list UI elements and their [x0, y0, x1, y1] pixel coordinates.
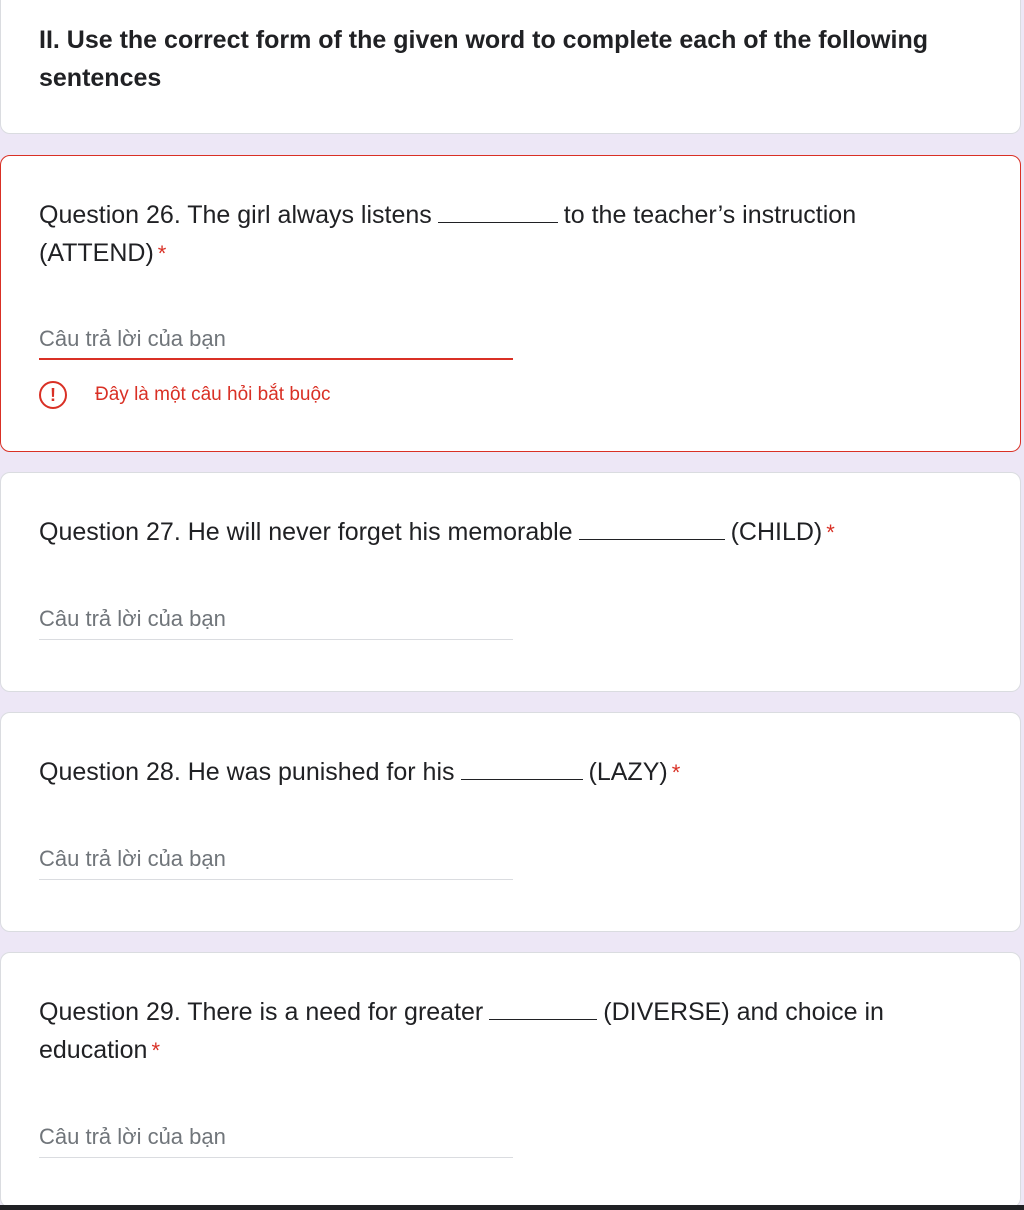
question-text-after: (CHILD): [730, 518, 823, 546]
answer-input[interactable]: [39, 1118, 513, 1156]
required-asterisk: *: [151, 1038, 160, 1063]
question-text-after: (LAZY): [588, 758, 668, 786]
answer-field[interactable]: [39, 1118, 513, 1158]
answer-field[interactable]: [39, 320, 513, 360]
question-text-before: Question 27. He will never forget his me…: [39, 518, 573, 546]
question-text: Question 27. He will never forget his me…: [39, 513, 979, 552]
error-message: Đây là một câu hỏi bắt buộc: [95, 384, 331, 405]
question-text: Question 26. The girl always listens to t…: [39, 196, 979, 273]
answer-input[interactable]: [39, 600, 513, 638]
required-asterisk: *: [671, 760, 681, 785]
question-text-before: Question 26. The girl always listens: [39, 201, 432, 229]
question-text: Question 29. There is a need for greater…: [39, 993, 919, 1070]
question-text-before: Question 28. He was punished for his: [39, 758, 455, 786]
question-blank: [460, 753, 583, 780]
question-card-29: Question 29. There is a need for greater…: [0, 952, 1021, 1208]
question-blank: [578, 513, 725, 540]
question-blank: [489, 993, 598, 1020]
answer-input[interactable]: [39, 840, 513, 878]
required-asterisk: *: [826, 520, 835, 545]
error-message-row: ! Đây là một câu hỏi bắt buộc: [39, 378, 331, 412]
question-card-27: Question 27. He will never forget his me…: [0, 472, 1021, 692]
bottom-divider: [0, 1205, 1024, 1210]
question-text-before: Question 29. There is a need for greater: [39, 998, 484, 1026]
section-title: II. Use the correct form of the given wo…: [39, 26, 928, 92]
question-blank: [437, 196, 558, 223]
question-text: Question 28. He was punished for his (LAZ…: [39, 753, 979, 792]
required-asterisk: *: [157, 241, 167, 266]
question-card-28: Question 28. He was punished for his (LAZ…: [0, 712, 1021, 932]
exclamation-circle-icon: !: [39, 381, 67, 409]
answer-field[interactable]: [39, 840, 513, 880]
answer-input[interactable]: [39, 320, 513, 358]
section-header-card: II. Use the correct form of the given wo…: [0, 0, 1021, 134]
question-card-26: Question 26. The girl always listens to t…: [0, 155, 1021, 452]
answer-field[interactable]: [39, 600, 513, 640]
